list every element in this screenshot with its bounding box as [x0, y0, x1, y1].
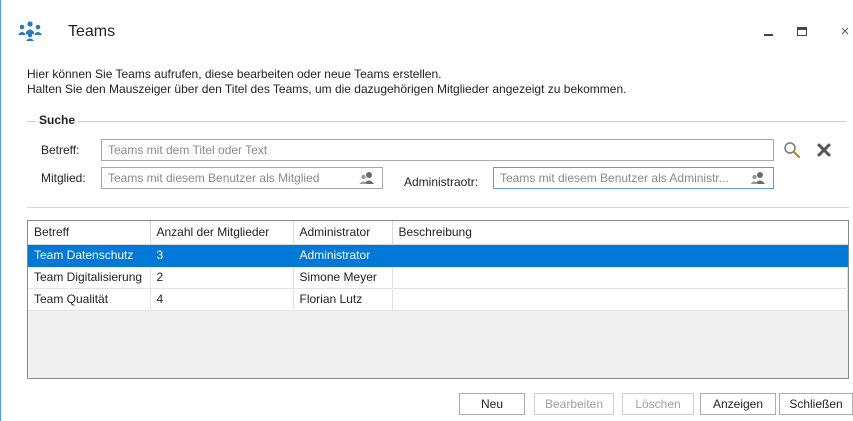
- cell-admin: Simone Meyer: [293, 266, 393, 289]
- member-input[interactable]: Teams mit diesem Benutzer als Mitglied: [101, 167, 383, 189]
- admin-picker-icon[interactable]: [750, 171, 766, 185]
- maximize-button[interactable]: [792, 22, 812, 40]
- intro-text: Hier können Sie Teams aufrufen, diese be…: [27, 67, 626, 97]
- column-header-description[interactable]: Beschreibung: [392, 221, 848, 245]
- cell-description: [392, 288, 848, 311]
- subject-placeholder: Teams mit dem Titel oder Text: [108, 143, 268, 157]
- cell-member-count: 4: [150, 288, 294, 311]
- cell-member-count: 2: [150, 266, 294, 289]
- new-button[interactable]: Neu: [459, 393, 525, 415]
- intro-line-1: Hier können Sie Teams aufrufen, diese be…: [27, 67, 442, 81]
- user-picker-icon[interactable]: [359, 171, 375, 185]
- close-window-button[interactable]: ×: [835, 22, 853, 40]
- member-placeholder: Teams mit diesem Benutzer als Mitglied: [108, 171, 320, 185]
- search-group: [27, 121, 847, 202]
- table-row[interactable]: Team Digitalisierung 2 Simone Meyer: [28, 266, 848, 289]
- close-button[interactable]: Schließen: [779, 393, 853, 415]
- cell-description: [392, 244, 848, 267]
- subject-input[interactable]: Teams mit dem Titel oder Text: [101, 139, 774, 161]
- admin-input[interactable]: Teams mit diesem Benutzer als Administr.…: [493, 167, 774, 189]
- admin-label: Administraotr:: [404, 175, 479, 189]
- cell-admin: Administrator: [293, 244, 393, 267]
- column-header-members[interactable]: Anzahl der Mitglieder: [150, 221, 294, 245]
- subject-label: Betreff:: [41, 143, 80, 157]
- admin-placeholder: Teams mit diesem Benutzer als Administr.…: [500, 171, 729, 185]
- search-icon[interactable]: [783, 141, 801, 159]
- cell-title: Team Qualität: [28, 288, 151, 311]
- edit-button[interactable]: Bearbeiten: [534, 393, 614, 415]
- column-header-admin[interactable]: Administrator: [293, 221, 393, 245]
- minimize-button[interactable]: [758, 22, 778, 40]
- table-header: Betreff Anzahl der Mitglieder Administra…: [28, 221, 848, 245]
- table-row[interactable]: Team Datenschutz 3 Administrator: [28, 244, 848, 267]
- delete-button[interactable]: Löschen: [622, 393, 694, 415]
- intro-line-2: Halten Sie den Mauszeiger über den Titel…: [27, 82, 627, 96]
- cell-description: [392, 266, 848, 289]
- column-header-betreff[interactable]: Betreff: [28, 221, 151, 245]
- clear-search-icon[interactable]: [815, 141, 833, 159]
- cell-title: Team Digitalisierung: [28, 266, 151, 289]
- cell-member-count: 3: [150, 244, 294, 267]
- cell-admin: Florian Lutz: [293, 288, 393, 311]
- minimize-icon: [763, 34, 773, 36]
- teams-window: Teams × Hier können Sie Teams aufrufen, …: [0, 0, 853, 421]
- table-row[interactable]: Team Qualität 4 Florian Lutz: [28, 288, 848, 311]
- people-group-icon: [18, 21, 42, 41]
- show-button[interactable]: Anzeigen: [700, 393, 776, 415]
- separator: [27, 207, 849, 208]
- search-legend: Suche: [36, 113, 79, 127]
- maximize-icon: [797, 26, 807, 36]
- title-bar: Teams ×: [1, 0, 853, 44]
- window-title: Teams: [68, 23, 116, 40]
- cell-title: Team Datenschutz: [28, 244, 151, 267]
- teams-table[interactable]: Betreff Anzahl der Mitglieder Administra…: [27, 220, 849, 379]
- member-label: Mitglied:: [41, 171, 86, 185]
